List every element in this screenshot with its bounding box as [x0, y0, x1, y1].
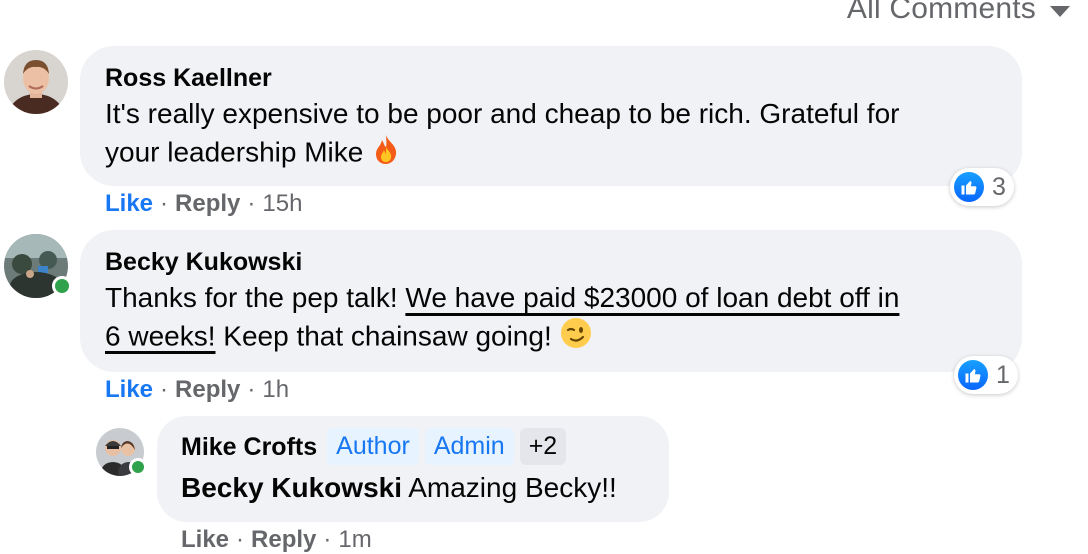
separator: · [160, 190, 169, 217]
reaction-summary[interactable]: 1 [954, 356, 1018, 394]
comment-author[interactable]: Ross Kaellner [105, 63, 272, 93]
reply-button[interactable]: Reply [175, 190, 240, 218]
reaction-count: 3 [992, 172, 1006, 201]
like-button[interactable]: Like [105, 376, 153, 404]
avatar[interactable] [4, 234, 72, 298]
all-comments-filter[interactable]: All Comments [847, 0, 1070, 26]
reply-bubble: Mike Crofts Author Admin +2 Becky Kukows… [157, 416, 669, 522]
filter-label: All Comments [846, 0, 1036, 25]
online-status-icon [52, 276, 72, 296]
fire-icon [371, 133, 401, 175]
like-reaction-icon [958, 360, 988, 390]
timestamp[interactable]: 1m [338, 526, 371, 554]
comment-text-line: It's really expensive to be poor and che… [105, 98, 900, 129]
separator: · [247, 376, 256, 403]
reply-text: Amazing Becky!! [408, 472, 617, 503]
reaction-summary[interactable]: 3 [950, 168, 1014, 206]
separator: · [160, 376, 169, 403]
online-status-icon [129, 458, 147, 476]
highlighted-text: We have paid $23000 of loan debt off in [405, 282, 900, 313]
comment-bubble: Becky Kukowski Thanks for the pep talk! … [80, 230, 1022, 372]
wink-emoji-icon [560, 317, 592, 359]
reply-button[interactable]: Reply [251, 526, 316, 554]
avatar[interactable] [4, 50, 68, 114]
reaction-count: 1 [996, 360, 1010, 389]
comment-text: Thanks for the pep talk! [105, 282, 406, 313]
more-badges[interactable]: +2 [519, 428, 567, 465]
timestamp[interactable]: 15h [262, 190, 302, 218]
separator: · [323, 526, 332, 553]
avatar-image-icon [4, 50, 68, 114]
avatar[interactable] [96, 428, 147, 476]
reply-button[interactable]: Reply [175, 376, 240, 404]
comment-actions: Like · Reply · 15h [105, 190, 302, 218]
reply-actions: Like · Reply · 1m [181, 526, 372, 554]
author-badge[interactable]: Author [327, 428, 419, 465]
like-button[interactable]: Like [105, 190, 153, 218]
highlighted-text: 6 weeks! [105, 320, 216, 352]
timestamp[interactable]: 1h [262, 376, 289, 404]
reply-author[interactable]: Mike Crofts [181, 432, 317, 462]
comment-bubble: Ross Kaellner It's really expensive to b… [80, 46, 1022, 186]
separator: · [236, 526, 245, 553]
like-button[interactable]: Like [181, 526, 229, 554]
comment-text: Keep that chainsaw going! [215, 320, 552, 352]
caret-down-icon [1050, 5, 1070, 17]
comment-author[interactable]: Becky Kukowski [105, 247, 302, 277]
mention-tag[interactable]: Becky Kukowski [181, 472, 402, 503]
comment-actions: Like · Reply · 1h [105, 376, 289, 404]
admin-badge[interactable]: Admin [424, 428, 514, 465]
comment-text-line: your leadership Mike [105, 136, 364, 168]
like-reaction-icon [954, 172, 984, 202]
separator: · [247, 190, 256, 217]
